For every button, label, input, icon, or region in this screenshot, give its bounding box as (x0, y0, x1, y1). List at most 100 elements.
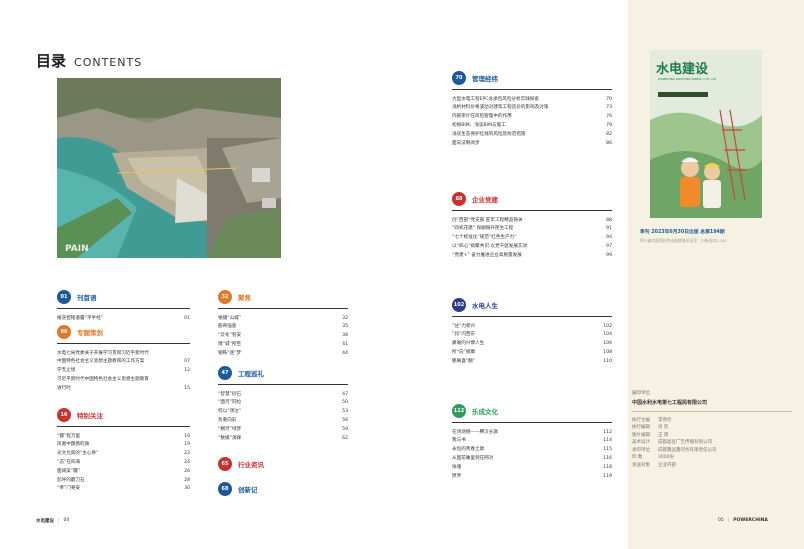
toc-entry[interactable]: “志”在四海 24 (57, 459, 190, 468)
toc-entry[interactable]: 我与书 114 (452, 437, 612, 446)
toc-entry[interactable]: “润”闪西东 104 (452, 331, 612, 340)
section-title[interactable]: 水电人生 (472, 300, 498, 310)
toc-entry[interactable]: 所“向”披靡 108 (452, 349, 612, 358)
toc-entry-page: 116 (603, 455, 612, 461)
section-title[interactable]: 聚焦 (238, 292, 251, 302)
publisher-row-key: 执行编辑 (632, 425, 650, 431)
toc-entry-page: 38 (342, 333, 348, 339)
toc-entry[interactable]: 在诗测德——腾汉长歌 112 (452, 429, 612, 438)
section-title[interactable]: 特别关注 (77, 410, 103, 420)
publisher-row: 执行编辑 肖 凯 (632, 424, 792, 432)
toc-entry-title: 凤凰中飘扬的旗 (57, 442, 90, 448)
toc-entry[interactable]: “云冬”智安 38 (218, 332, 348, 341)
toc-entry-page: 35 (342, 324, 348, 330)
toc-entry[interactable]: 创“西部”党支部 匠牢工程精品铸关 88 (452, 217, 612, 226)
toc-entry[interactable]: 进行时 15 (57, 385, 190, 394)
publisher-row-value: 成都鑫远鑫印务有限责任公司 (658, 447, 717, 453)
toc-entry-page: 114 (603, 438, 612, 444)
toc-entry-title: 博“城”所至 (218, 341, 242, 347)
toc-entry[interactable]: “帝”门要安 30 (57, 485, 190, 494)
section-title[interactable]: 行业资讯 (238, 459, 264, 469)
section-title[interactable]: 刊首语 (77, 292, 97, 302)
toc-entry[interactable]: 习近平新时代中国特色社会主义思想主题教育 (57, 376, 190, 385)
toc-entry-title: “七个标准化”规范“红色生产力” (452, 235, 517, 241)
toc-entry[interactable]: 大型水电工程EPC总承包风险分析实践探索 70 (452, 96, 612, 105)
page-title-en: CONTENTS (74, 56, 143, 69)
toc-entry[interactable]: 光文允岗的“主心骨” 22 (57, 450, 190, 459)
toc-entry[interactable]: “数媒”演绎 62 (218, 435, 348, 444)
publisher-row: 印 数 3000份 (632, 454, 792, 462)
toc-entry[interactable]: “疆”程万里 16 (57, 433, 190, 442)
toc-entry[interactable]: 水电七局党委关于开展学习贯彻习近平新时代 (57, 350, 190, 359)
toc-entry[interactable]: 面向法制阅步 86 (452, 140, 612, 149)
toc-entry[interactable]: 博“城”所至 41 (218, 341, 348, 350)
section-title[interactable]: 管理经纬 (472, 73, 498, 83)
toc-entry[interactable]: 浅谈生态保护红线的风险及防范措施 82 (452, 131, 612, 140)
toc-entry-title: “驻”力新兴 (452, 323, 476, 329)
section-wenhua: 112 乐成文化 在诗测德——腾汉长歌 112 我与书 114 永恒的青春之歌 115… (452, 404, 612, 481)
toc-entry-title: 以“四心”搞聚共识 以党干促发展实效 (452, 243, 528, 249)
toc-entry-title: 水电七局党委关于开展学习贯彻习近平新时代 (57, 350, 149, 356)
toc-entry[interactable]: “驻”力新兴 102 (452, 323, 612, 332)
toc-entry-page: 50 (342, 400, 348, 406)
section-divider (218, 384, 348, 385)
toc-entry-page: 19 (184, 442, 190, 448)
toc-entry-title: 创“西部”党支部 匠牢工程精品铸关 (452, 217, 523, 223)
toc-entry-title: “帝”门要安 (57, 486, 81, 492)
section-number-badge: 01 (57, 290, 71, 304)
toc-entry[interactable]: “面河”同拉 50 (218, 399, 348, 408)
magazine-cover[interactable]: 水电建设 POWERCHINA SINOHYDRO BUREAU 7 CO., … (650, 50, 762, 218)
toc-entry[interactable]: 原界 119 (452, 473, 612, 482)
toc-entry[interactable]: 彭呼的磨刀石 28 (57, 477, 190, 486)
section-title[interactable]: 专题策划 (77, 327, 103, 337)
toc-entry[interactable]: 浅析材料价格波动对建筑工程造价的影响及对策 73 (452, 104, 612, 113)
toc-entry[interactable]: 筋骨强基 35 (218, 323, 348, 332)
toc-entry[interactable]: 凤凰中飘扬的旗 19 (57, 441, 190, 450)
section-header: 65 行业资讯 (218, 457, 348, 471)
publisher-row-key: 发送对象 (632, 463, 650, 469)
toc-entry[interactable]: 初探BIM、浅谈BIM与施工 79 (452, 122, 612, 131)
toc-entry[interactable]: 从国花睡里到在网对 116 (452, 455, 612, 464)
section-items: “疆”程万里 16 凤凰中飘扬的旗 19 光文允岗的“主心骨” 22 “志”在四海 24… (57, 433, 190, 495)
section-title[interactable]: 企业党建 (472, 194, 498, 204)
section-title[interactable]: 工程巡礼 (238, 368, 264, 378)
toc-entry-title: 我与书 (452, 438, 466, 444)
section-title[interactable]: 乐成文化 (472, 406, 498, 416)
toc-entry-title: “疆”程万里 (57, 433, 81, 439)
toc-entry[interactable]: 永恒的青春之歌 115 (452, 446, 612, 455)
toc-entry-page: 41 (342, 341, 348, 347)
toc-entry[interactable]: 藤阁的兴博人生 106 (452, 340, 612, 349)
toc-entry[interactable]: 中国特色社会主义思想主题教育的工作方案 07 (57, 358, 190, 367)
toc-entry-page: 106 (603, 341, 612, 347)
toc-entry[interactable]: 以“四心”搞聚共识 以党干促发展实效 97 (452, 243, 612, 252)
toc-entry[interactable]: 鹏阁喜“翻” 110 (452, 358, 612, 367)
section-divider (218, 308, 348, 309)
toc-entry[interactable]: “四式花建” 探嗣微升民生工程 91 (452, 225, 612, 234)
toc-entry-title: 面向法制阅步 (452, 140, 480, 146)
toc-entry[interactable]: 内部审计在风险管理中的作用 76 (452, 113, 612, 122)
toc-entry-title: 内部审计在风险管理中的作用 (452, 114, 512, 120)
toc-entry-page: 70 (606, 96, 612, 102)
section-header: 102 水电人生 (452, 298, 612, 312)
section-divider (452, 89, 612, 90)
toc-entry[interactable]: 面阔美“疆” 26 (57, 468, 190, 477)
toc-entry[interactable]: 何以“领注” 53 (218, 408, 348, 417)
toc-entry[interactable]: 植逆担铭遒露“平半经” 01 (57, 315, 190, 324)
toc-entry[interactable]: 学无止境 12 (57, 367, 190, 376)
toc-entry[interactable]: 钢铁“逐”梦 44 (218, 350, 348, 359)
toc-entry[interactable]: “党建+” 奋力推进企业高质量发展 99 (452, 252, 612, 261)
section-title[interactable]: 创新记 (238, 484, 258, 494)
publisher-row-value: 王 雨 (658, 432, 669, 438)
aerial-photo-illustration (57, 78, 281, 258)
toc-entry-page: 112 (603, 429, 612, 435)
toc-entry[interactable]: 怅魂 118 (452, 464, 612, 473)
toc-entry[interactable]: “智慧”砂石 47 (218, 391, 348, 400)
toc-entry-title: 原界 (452, 473, 462, 479)
toc-entry[interactable]: “七个标准化”规范“红色生产力” 94 (452, 234, 612, 243)
toc-entry[interactable]: “桐河”绿梦 59 (218, 426, 348, 435)
toc-entry[interactable]: 负重向前 56 (218, 417, 348, 426)
toc-entry-page: 119 (603, 473, 612, 479)
toc-entry-title: “面河”同拉 (218, 400, 242, 406)
toc-entry-page: 97 (606, 243, 612, 249)
toc-entry[interactable]: 根播“山城” 32 (218, 315, 348, 324)
